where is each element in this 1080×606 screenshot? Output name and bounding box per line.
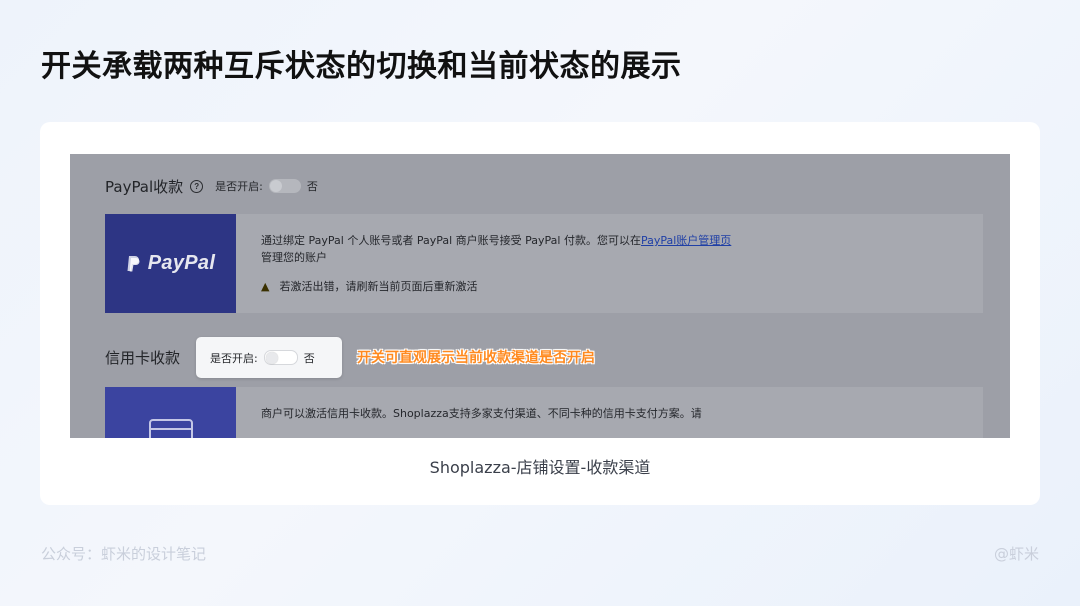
- credit-section-title: 信用卡收款: [105, 349, 181, 367]
- credit-card-icon: [149, 419, 193, 438]
- credit-card-logo: [105, 387, 236, 438]
- credit-section-header: 信用卡收款: [105, 347, 180, 368]
- paypal-toggle-value: 否: [306, 180, 318, 193]
- paypal-section-header: PayPal收款 ? 是否开启: 否: [105, 175, 318, 197]
- paypal-logo-text: PayPal: [147, 252, 216, 274]
- paypal-warning-text: 若激活出错，请刷新当前页面后重新激活: [279, 280, 478, 293]
- footer-author: @虾米: [993, 545, 1039, 563]
- footer-source: 公众号：虾米的设计笔记: [41, 545, 207, 563]
- settings-screenshot: PayPal收款 ? 是否开启: 否 PayPal 通过绑定 PayPal 个人…: [70, 154, 1010, 438]
- slide-title: 开关承载两种互斥状态的切换和当前状态的展示: [41, 49, 682, 84]
- credit-toggle-highlight: 是否开启: 否: [196, 337, 342, 378]
- question-circle-icon[interactable]: ?: [190, 179, 204, 193]
- toggle-knob: [265, 351, 278, 364]
- paypal-description-suffix: 管理您的账户: [261, 251, 327, 264]
- toggle-knob: [269, 180, 282, 192]
- paypal-panel: PayPal 通过绑定 PayPal 个人账号或者 PayPal 商户账号接受 …: [105, 214, 983, 313]
- paypal-enable-label: 是否开启:: [215, 180, 263, 193]
- credit-enable-label: 是否开启:: [210, 351, 258, 365]
- content-card: PayPal收款 ? 是否开启: 否 PayPal 通过绑定 PayPal 个人…: [40, 122, 1040, 505]
- toggle-callout-annotation: 开关可直观展示当前收款渠道是否开启: [357, 350, 595, 366]
- credit-description: 商户可以激活信用卡收款。Shoplazza支持多家支付渠道、不同卡种的信用卡支付…: [261, 407, 702, 420]
- paypal-p-icon: [127, 255, 140, 271]
- warning-triangle-icon: ▲: [261, 279, 270, 293]
- paypal-account-link[interactable]: PayPal账户管理页: [641, 234, 731, 247]
- credit-toggle-value: 否: [303, 351, 315, 365]
- paypal-section-title: PayPal收款: [105, 177, 184, 196]
- paypal-description: 通过绑定 PayPal 个人账号或者 PayPal 商户账号接受 PayPal …: [261, 232, 741, 266]
- credit-enable-toggle[interactable]: [263, 350, 298, 365]
- paypal-description-prefix: 通过绑定 PayPal 个人账号或者 PayPal 商户账号接受 PayPal …: [261, 234, 641, 247]
- paypal-warning: ▲ 若激活出错，请刷新当前页面后重新激活: [261, 278, 477, 294]
- credit-panel: 商户可以激活信用卡收款。Shoplazza支持多家支付渠道、不同卡种的信用卡支付…: [105, 387, 983, 438]
- paypal-logo: PayPal: [105, 214, 236, 313]
- paypal-enable-toggle[interactable]: [268, 179, 301, 193]
- screenshot-caption: Shoplazza-店铺设置-收款渠道: [429, 458, 651, 477]
